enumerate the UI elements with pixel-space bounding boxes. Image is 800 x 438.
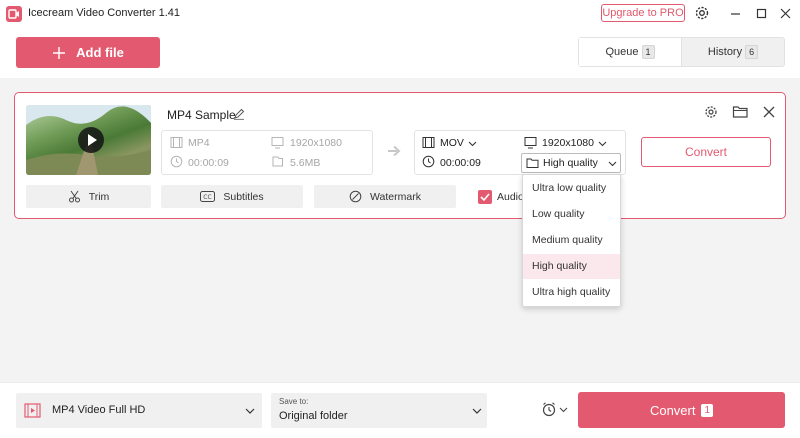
output-resolution: 1920x1080 <box>542 137 594 149</box>
preset-value: MP4 Video Full HD <box>52 404 146 416</box>
source-format: MP4 <box>188 137 210 149</box>
folder-icon <box>526 157 539 169</box>
save-to-label: Save to: <box>279 397 309 406</box>
trim-button[interactable]: Trim <box>26 185 151 208</box>
check-icon <box>478 190 492 204</box>
upgrade-button[interactable]: Upgrade to PRO <box>601 4 685 22</box>
watermark-label: Watermark <box>370 190 421 203</box>
source-size: 5.6MB <box>290 157 321 169</box>
alarm-icon <box>541 401 557 417</box>
source-resolution: 1920x1080 <box>290 137 342 149</box>
quality-value: High quality <box>543 157 598 169</box>
chevron-down-icon <box>608 159 617 168</box>
preset-select[interactable]: MP4 Video Full HD <box>16 393 262 428</box>
save-to-select[interactable]: Save to: Original folder <box>271 393 487 428</box>
chevron-down-icon <box>245 406 255 416</box>
file-icon <box>271 155 284 168</box>
watermark-button[interactable]: Watermark <box>314 185 456 208</box>
output-duration: 00:00:09 <box>440 157 481 169</box>
chevron-down-icon <box>559 405 568 414</box>
quality-option-high[interactable]: High quality <box>523 254 620 279</box>
play-icon[interactable] <box>78 127 104 153</box>
audio-label: Audio <box>497 191 524 203</box>
convert-all-label: Convert <box>649 402 696 418</box>
file-name: MP4 Sample <box>167 108 236 122</box>
folder-icon[interactable] <box>732 104 749 120</box>
close-icon[interactable] <box>761 104 777 120</box>
quality-dropdown-menu: Ultra low quality Low quality Medium qua… <box>522 174 621 307</box>
chevron-down-icon <box>472 406 482 416</box>
add-file-button[interactable]: Add file <box>16 37 160 68</box>
clock-icon <box>422 155 435 168</box>
tab-history[interactable]: History 6 <box>682 38 784 66</box>
film-icon <box>24 403 41 418</box>
gear-icon[interactable] <box>693 4 711 22</box>
subtitles-button[interactable]: CC Subtitles <box>161 185 303 208</box>
convert-all-button[interactable]: Convert 1 <box>578 392 785 428</box>
tab-queue-count: 1 <box>641 45 655 59</box>
save-to-value: Original folder <box>279 410 348 422</box>
tab-history-count: 6 <box>745 45 759 59</box>
app-title: Icecream Video Converter 1.41 <box>28 7 181 19</box>
convert-count-badge: 1 <box>701 403 714 417</box>
output-format-select[interactable]: MOV <box>440 137 477 149</box>
chevron-down-icon <box>468 139 477 148</box>
app-logo-icon <box>6 6 22 22</box>
minimize-icon[interactable] <box>726 4 746 24</box>
add-file-label: Add file <box>76 45 124 60</box>
cc-icon: CC <box>200 191 216 202</box>
quality-option-low[interactable]: Low quality <box>523 202 620 227</box>
close-icon[interactable] <box>776 4 796 24</box>
gear-icon[interactable] <box>703 104 719 120</box>
schedule-button[interactable] <box>541 401 571 419</box>
quality-option-ultra-low[interactable]: Ultra low quality <box>523 176 620 201</box>
quality-option-medium[interactable]: Medium quality <box>523 228 620 253</box>
tab-queue-label: Queue <box>605 46 639 58</box>
pencil-icon[interactable] <box>233 108 245 120</box>
film-icon <box>422 136 435 149</box>
convert-file-button[interactable]: Convert <box>641 137 771 167</box>
plus-icon <box>52 46 66 60</box>
audio-checkbox[interactable] <box>478 190 492 204</box>
output-format: MOV <box>440 137 464 149</box>
film-icon <box>170 136 183 149</box>
subtitles-label: Subtitles <box>223 190 264 203</box>
tab-queue[interactable]: Queue 1 <box>579 38 682 66</box>
quality-option-ultra-high[interactable]: Ultra high quality <box>523 280 620 305</box>
scissors-icon <box>68 190 81 203</box>
trim-label: Trim <box>88 190 110 203</box>
svg-text:CC: CC <box>204 194 212 201</box>
arrow-right-icon <box>387 143 403 159</box>
screen-icon <box>271 136 284 149</box>
queue-history-tabs: Queue 1 History 6 <box>578 37 785 67</box>
maximize-icon[interactable] <box>752 4 772 24</box>
source-duration: 00:00:09 <box>188 157 229 169</box>
tab-history-label: History <box>707 46 743 58</box>
watermark-icon <box>349 190 362 203</box>
screen-icon <box>524 136 537 149</box>
chevron-down-icon <box>598 139 607 148</box>
quality-select[interactable]: High quality <box>521 153 621 173</box>
output-resolution-select[interactable]: 1920x1080 <box>542 137 607 149</box>
clock-icon <box>170 155 183 168</box>
